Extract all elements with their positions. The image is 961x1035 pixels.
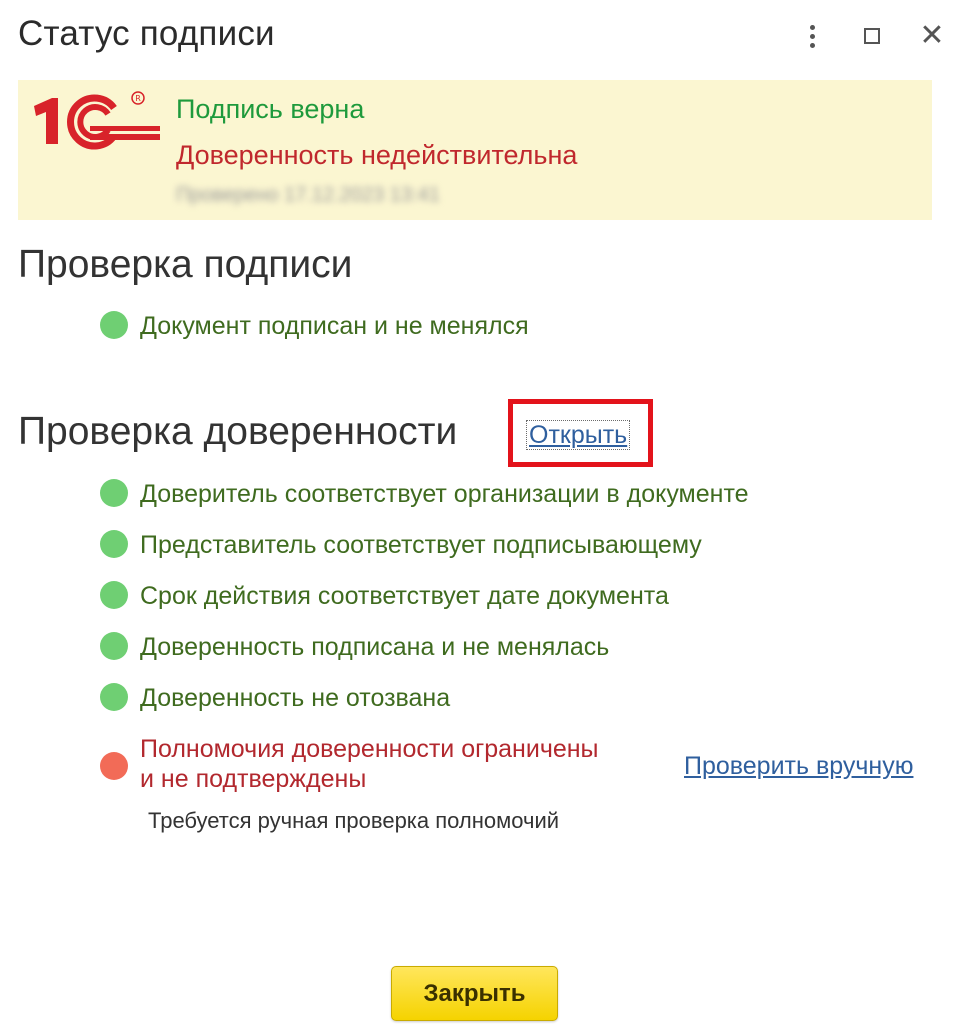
blurred-check-info: Проверено 17.12.2023 13:41 [176, 184, 440, 206]
signature-valid-status: Подпись верна [176, 94, 365, 124]
1c-logo: R [34, 91, 160, 150]
status-ok-icon [100, 632, 128, 660]
close-button[interactable]: Закрыть [391, 966, 558, 1021]
maximize-icon[interactable] [852, 16, 892, 56]
check-item: Документ подписан и не менялся [100, 311, 529, 341]
status-error-icon [100, 752, 128, 780]
check-item: Срок действия соответствует дате докумен… [100, 581, 669, 611]
check-item: Доверитель соответствует организации в д… [100, 479, 749, 509]
status-ok-icon [100, 683, 128, 711]
poa-check-heading: Проверка доверенности [18, 410, 458, 453]
check-item: Доверенность не отозвана [100, 683, 450, 713]
check-item: Доверенность подписана и не менялась [100, 632, 609, 662]
check-error-line2: и не подтверждены [140, 765, 367, 793]
close-icon[interactable]: ✕ [912, 16, 952, 56]
open-poa-link[interactable]: Открыть [526, 420, 631, 450]
check-item: Представитель соответствует подписывающе… [100, 530, 702, 560]
more-vertical-icon[interactable] [792, 16, 832, 56]
status-ok-icon [100, 530, 128, 558]
status-ok-icon [100, 311, 128, 339]
svg-text:R: R [135, 94, 141, 103]
manual-check-note: Требуется ручная проверка полномочий [148, 808, 560, 833]
poa-invalid-status: Доверенность недействительна [176, 140, 578, 170]
status-ok-icon [100, 581, 128, 609]
check-error-line1: Полномочия доверенности ограничены [140, 735, 599, 763]
manual-check-link[interactable]: Проверить вручную [684, 752, 913, 781]
dialog-title: Статус подписи [18, 14, 275, 53]
signature-check-heading: Проверка подписи [18, 243, 353, 286]
status-ok-icon [100, 479, 128, 507]
check-item-error: Полномочия доверенности ограничены и не … [100, 734, 599, 794]
status-banner: R Подпись верна Доверенность недействите… [18, 80, 932, 220]
